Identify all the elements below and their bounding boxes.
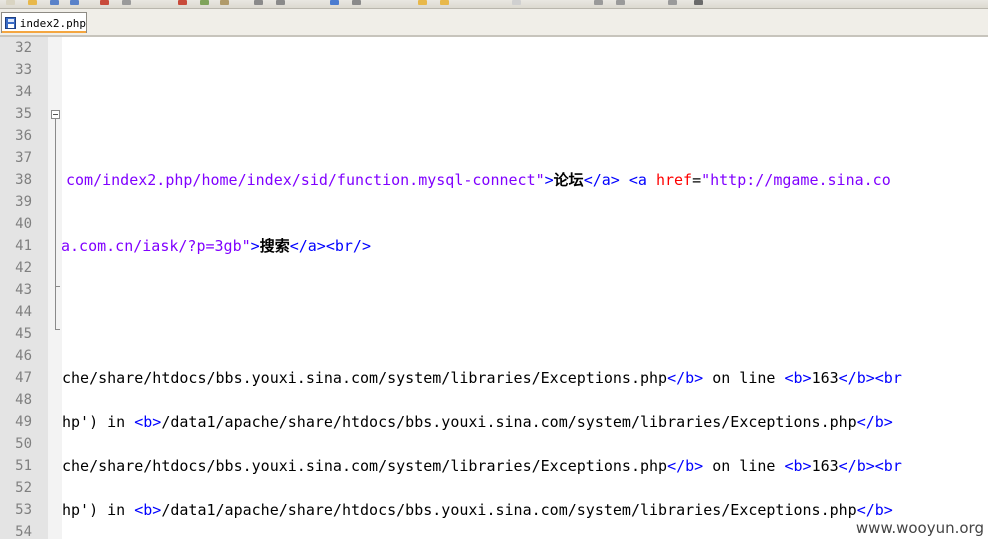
code-text: /data1/apache/share/htdocs/bbs.youxi.sin…	[161, 413, 857, 431]
tab-bar: index2.php	[0, 9, 988, 37]
run-icon[interactable]	[694, 0, 703, 5]
line-number: 34	[15, 84, 32, 100]
line-number: 36	[15, 128, 32, 144]
toolbar	[0, 0, 988, 9]
code-text: on line	[703, 369, 785, 387]
code-text: 163	[811, 369, 839, 387]
code-line-47: che/share/htdocs/bbs.youxi.sina.com/syst…	[0, 367, 988, 389]
code-line-41: a.com.cn/iask/?p=3gb">搜索</a><br/>	[0, 235, 988, 257]
line-number: 37	[15, 150, 32, 166]
open-file-icon[interactable]	[28, 0, 37, 5]
fold-line	[55, 119, 56, 330]
code-line-38: com/index2.php/home/index/sid/function.m…	[0, 169, 988, 191]
code-tag: <b>	[784, 369, 812, 387]
cut-icon[interactable]	[178, 0, 187, 5]
code-tag: </b>	[856, 501, 893, 519]
line-number: 52	[15, 480, 32, 496]
watermark: www.wooyun.org	[853, 519, 986, 537]
code-line-49: hp') in <b>/data1/apache/share/htdocs/bb…	[0, 411, 988, 433]
line-number: 39	[15, 194, 32, 210]
code-text: /data1/apache/share/htdocs/bbs.youxi.sin…	[161, 501, 857, 519]
line-number: 43	[15, 282, 32, 298]
undo-icon[interactable]	[254, 0, 263, 5]
save-icon[interactable]	[50, 0, 59, 5]
code-tag: </b>	[856, 413, 893, 431]
redo-icon[interactable]	[276, 0, 285, 5]
code-tag: >	[544, 171, 554, 189]
zoom-in-icon[interactable]	[418, 0, 427, 5]
line-number: 50	[15, 436, 32, 452]
line-number: 46	[15, 348, 32, 364]
code-operator: =	[692, 171, 702, 189]
replace-icon[interactable]	[352, 0, 361, 5]
line-number: 35	[15, 106, 32, 122]
code-string: com/index2.php/home/index/sid/function.m…	[66, 171, 545, 189]
code-text: 搜索	[259, 237, 290, 255]
copy-icon[interactable]	[200, 0, 209, 5]
code-tag: <b>	[784, 457, 812, 475]
code-editor[interactable]: 32 33 34 35 36 37 38 39 40 41 42 43 44 4…	[0, 37, 988, 539]
code-string: "http://mgame.sina.co	[701, 171, 891, 189]
line-number: 45	[15, 326, 32, 342]
line-number: 44	[15, 304, 32, 320]
code-tag: </b><br	[838, 457, 902, 475]
code-string: a.com.cn/iask/?p=3gb"	[61, 237, 251, 255]
code-text: on line	[703, 457, 785, 475]
fold-toggle[interactable]	[51, 110, 60, 119]
code-tag: </b>	[667, 457, 704, 475]
code-tag: <b>	[134, 413, 162, 431]
print-icon[interactable]	[122, 0, 131, 5]
code-attribute: href	[655, 171, 693, 189]
line-number: 48	[15, 392, 32, 408]
code-line-51: che/share/htdocs/bbs.youxi.sina.com/syst…	[0, 455, 988, 477]
stop-macro-icon[interactable]	[616, 0, 625, 5]
code-tag: </b><br	[838, 369, 902, 387]
paste-icon[interactable]	[220, 0, 229, 5]
zoom-out-icon[interactable]	[440, 0, 449, 5]
record-macro-icon[interactable]	[594, 0, 603, 5]
wrap-icon[interactable]	[512, 0, 521, 5]
code-text: che/share/htdocs/bbs.youxi.sina.com/syst…	[62, 457, 668, 475]
code-text: hp') in	[62, 413, 135, 431]
fold-end	[55, 329, 60, 330]
code-text: hp') in	[62, 501, 135, 519]
tab-label: index2.php	[19, 16, 86, 30]
fold-end	[55, 286, 60, 287]
code-tag: </b>	[667, 369, 704, 387]
code-tag: </a><br/>	[289, 237, 371, 255]
play-macro-icon[interactable]	[668, 0, 677, 5]
code-tag: >	[250, 237, 260, 255]
line-number: 42	[15, 260, 32, 276]
code-tag: </a>	[583, 171, 620, 189]
new-file-icon[interactable]	[6, 0, 15, 5]
code-text: 论坛	[553, 171, 584, 189]
save-all-icon[interactable]	[70, 0, 79, 5]
code-line-53: hp') in <b>/data1/apache/share/htdocs/bb…	[0, 499, 988, 521]
line-number: 33	[15, 62, 32, 78]
line-number: 32	[15, 40, 32, 56]
save-icon	[5, 17, 16, 29]
close-icon[interactable]	[100, 0, 109, 5]
code-tag: <a	[628, 171, 656, 189]
find-icon[interactable]	[330, 0, 339, 5]
line-number: 40	[15, 216, 32, 232]
code-text: 163	[811, 457, 839, 475]
tab-index2-php[interactable]: index2.php	[1, 12, 87, 33]
code-text: che/share/htdocs/bbs.youxi.sina.com/syst…	[62, 369, 668, 387]
code-tag: <b>	[134, 501, 162, 519]
line-number: 54	[15, 524, 32, 539]
